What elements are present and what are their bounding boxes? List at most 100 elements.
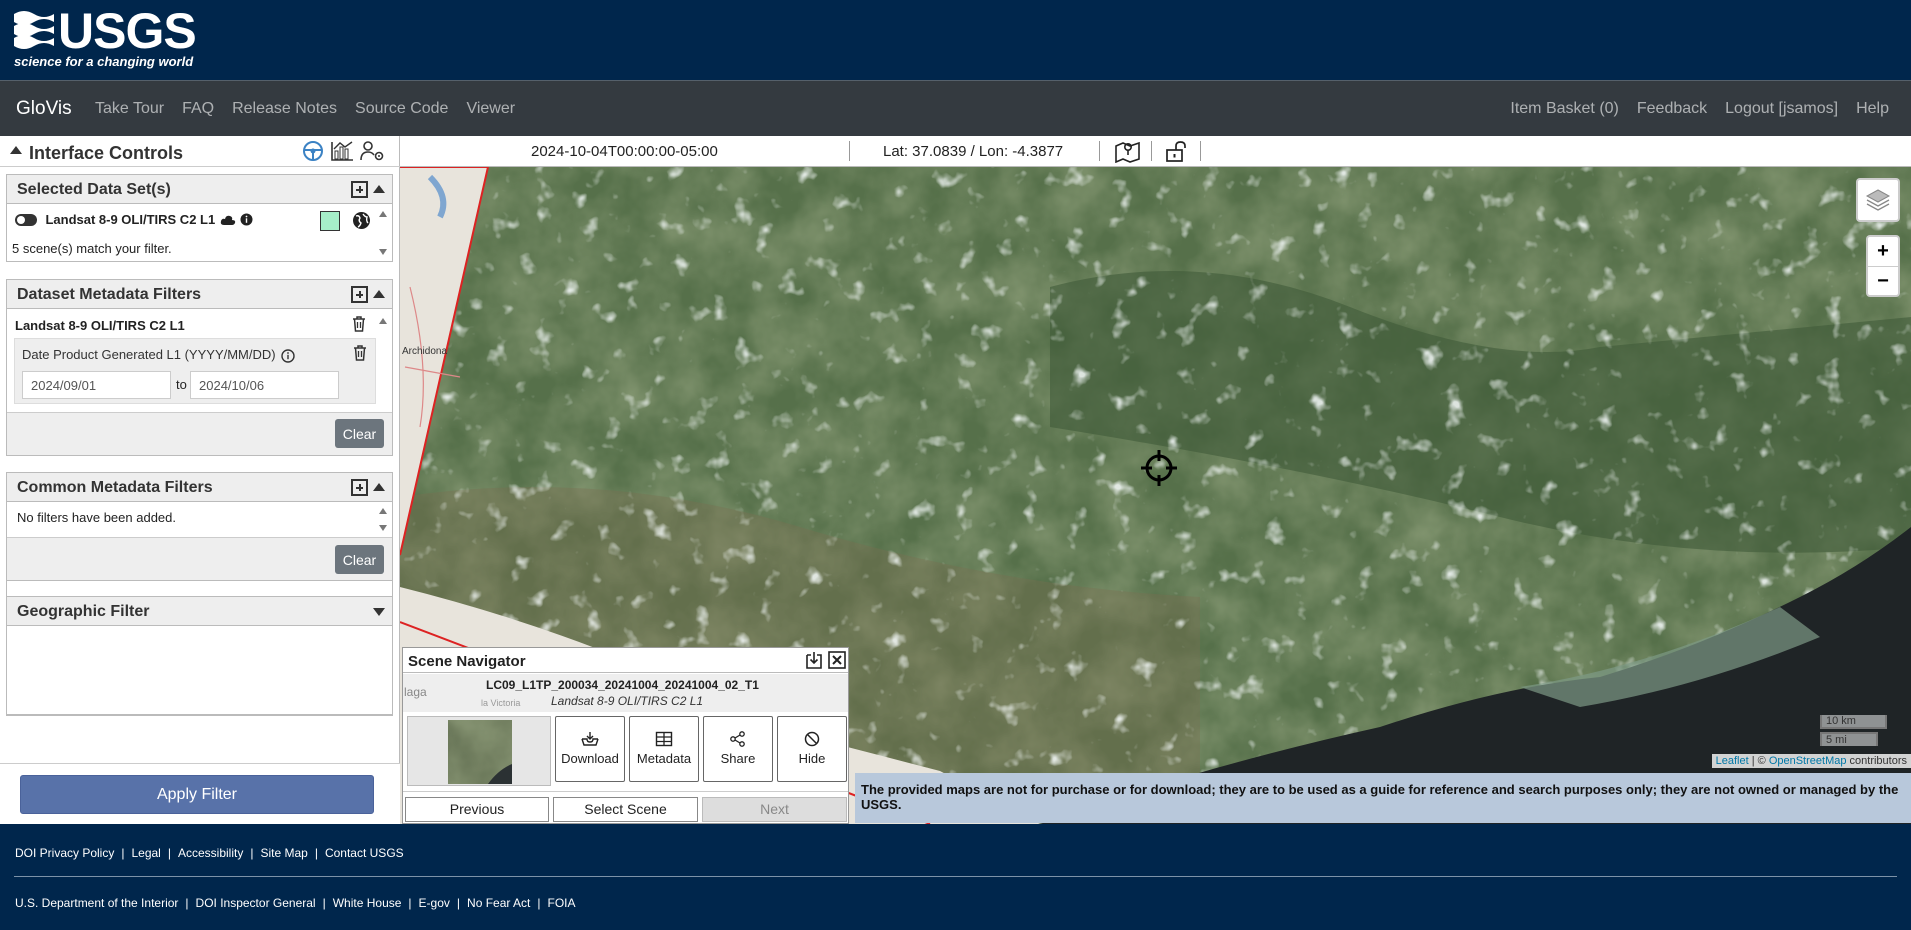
- collapse-caret-icon[interactable]: [10, 146, 22, 154]
- footer-accessibility[interactable]: Accessibility: [178, 846, 243, 860]
- place-label-victoria: la Victoria: [481, 698, 521, 708]
- hide-button[interactable]: Hide: [777, 716, 847, 782]
- footer-links-row2: U.S. Department of the Interior | DOI Ins…: [15, 896, 576, 910]
- nav-help[interactable]: Help: [1856, 100, 1889, 118]
- selected-datasets-header[interactable]: Selected Data Set(s): [7, 175, 392, 204]
- scene-navigator: Scene Navigator laga la Victoria LC09_L1…: [402, 647, 849, 824]
- user-settings-icon[interactable]: [360, 140, 386, 162]
- usgs-header: USGS science for a changing world: [0, 0, 1911, 80]
- geographic-filter-header[interactable]: Geographic Filter: [7, 597, 392, 625]
- collapse-metadata-filters-icon[interactable]: [373, 290, 385, 298]
- close-icon[interactable]: [828, 651, 846, 669]
- dataset-row: Landsat 8-9 OLI/TIRS C2 L1: [15, 211, 253, 229]
- expand-geographic-filter-icon[interactable]: [373, 608, 385, 616]
- nav-item-basket[interactable]: Item Basket (0): [1510, 100, 1618, 118]
- add-dataset-icon[interactable]: [351, 181, 368, 198]
- common-metadata-filters-title: Common Metadata Filters: [17, 479, 213, 496]
- dataset-metadata-filters-header[interactable]: Dataset Metadata Filters: [7, 280, 392, 309]
- nav-viewer[interactable]: Viewer: [466, 100, 515, 118]
- chart-icon[interactable]: [330, 140, 354, 162]
- common-filters-footer: Clear: [7, 537, 392, 580]
- interface-controls-title: Interface Controls: [29, 143, 184, 163]
- interface-controls-header[interactable]: Interface Controls: [0, 136, 400, 167]
- map-pin-icon[interactable]: [1115, 140, 1141, 163]
- footer-foia[interactable]: FOIA: [548, 896, 576, 910]
- place-label-archidona: Archidona: [402, 346, 448, 357]
- nav-release-notes[interactable]: Release Notes: [232, 100, 337, 118]
- metadata-button[interactable]: Metadata: [629, 716, 699, 782]
- footer-no-fear-act[interactable]: No Fear Act: [467, 896, 530, 910]
- nav-feedback[interactable]: Feedback: [1637, 100, 1707, 118]
- hide-label: Hide: [798, 751, 826, 766]
- scene-thumbnail-box[interactable]: [407, 716, 551, 786]
- common-metadata-filters-box: Common Metadata Filters No filters have …: [6, 472, 393, 581]
- scene-thumbnail[interactable]: [448, 720, 512, 784]
- previous-scene-button[interactable]: Previous: [405, 797, 549, 822]
- clear-metadata-filters-button[interactable]: Clear: [335, 419, 384, 448]
- dataset-toggle[interactable]: [15, 213, 37, 226]
- common-metadata-filters-header[interactable]: Common Metadata Filters: [7, 473, 392, 502]
- dock-icon[interactable]: [805, 651, 823, 670]
- zoom-in-button[interactable]: +: [1868, 237, 1898, 266]
- layers-icon: [1865, 189, 1891, 211]
- no-filters-text: No filters have been added.: [17, 510, 176, 525]
- nav-logout[interactable]: Logout [jsamos]: [1725, 100, 1838, 118]
- zoom-out-button[interactable]: −: [1868, 266, 1898, 295]
- share-button[interactable]: Share: [703, 716, 773, 782]
- footer-legal[interactable]: Legal: [131, 846, 160, 860]
- metadata-filters-footer: Clear: [7, 412, 392, 455]
- footer-doi[interactable]: U.S. Department of the Interior: [15, 896, 178, 910]
- leaflet-link[interactable]: Leaflet: [1716, 755, 1749, 767]
- scene-id: LC09_L1TP_200034_20241004_20241004_02_T1: [486, 678, 759, 692]
- apply-filter-area: Apply Filter: [0, 763, 400, 825]
- footer-doi-privacy[interactable]: DOI Privacy Policy: [15, 846, 114, 860]
- footer-egov[interactable]: E-gov: [419, 896, 450, 910]
- nav-faq[interactable]: FAQ: [182, 100, 214, 118]
- openstreetmap-link[interactable]: OpenStreetMap: [1769, 755, 1847, 767]
- date-filter-trash-icon[interactable]: [353, 345, 367, 361]
- nav-take-tour[interactable]: Take Tour: [95, 100, 164, 118]
- layers-control[interactable]: [1856, 178, 1900, 222]
- apply-filter-button[interactable]: Apply Filter: [20, 775, 374, 814]
- date-filter-info-icon[interactable]: [281, 348, 295, 363]
- glovis-brand-link[interactable]: GloVis: [16, 98, 72, 120]
- geographic-filter-panel[interactable]: Geographic Filter: [6, 596, 393, 626]
- steering-wheel-icon[interactable]: [302, 140, 324, 162]
- date-to-input[interactable]: 2024/10/06: [190, 371, 339, 399]
- date-to-label: to: [176, 377, 187, 392]
- scene-match-count: 5 scene(s) match your filter.: [12, 241, 172, 256]
- collapse-selected-datasets-icon[interactable]: [373, 185, 385, 193]
- usgs-logo[interactable]: USGS science for a changing world: [14, 6, 197, 69]
- acquisition-datetime: 2024-10-04T00:00:00-05:00: [531, 143, 718, 160]
- nav-source-code[interactable]: Source Code: [355, 100, 448, 118]
- scale-mi: 5 mi: [1820, 732, 1878, 746]
- dataset-color-swatch[interactable]: [320, 211, 340, 231]
- collapse-common-filters-icon[interactable]: [373, 483, 385, 491]
- next-scene-button[interactable]: Next: [702, 797, 847, 822]
- footer-white-house[interactable]: White House: [333, 896, 402, 910]
- status-divider: [1099, 141, 1100, 161]
- footer-site-map[interactable]: Site Map: [260, 846, 307, 860]
- trash-icon[interactable]: [352, 316, 366, 332]
- globe-icon[interactable]: [352, 211, 371, 230]
- cursor-latlon: Lat: 37.0839 / Lon: -4.3877: [883, 143, 1064, 160]
- share-label: Share: [720, 751, 756, 766]
- nav-right-links: Item Basket (0) Feedback Logout [jsamos]…: [1510, 100, 1889, 118]
- date-from-input[interactable]: 2024/09/01: [22, 371, 171, 399]
- usgs-tagline: science for a changing world: [14, 54, 194, 69]
- unlock-icon[interactable]: [1164, 141, 1190, 163]
- add-common-filter-icon[interactable]: [351, 479, 368, 496]
- download-label: Download: [561, 751, 619, 766]
- footer-inspector-general[interactable]: DOI Inspector General: [196, 896, 316, 910]
- divider: [403, 672, 848, 673]
- clear-common-filters-button[interactable]: Clear: [335, 545, 384, 574]
- footer-contact-usgs[interactable]: Contact USGS: [325, 846, 404, 860]
- map-attribution: Leaflet | © OpenStreetMap contributors: [1711, 754, 1911, 768]
- info-icon[interactable]: [240, 213, 253, 226]
- dataset-metadata-filters-title: Dataset Metadata Filters: [17, 286, 202, 303]
- add-metadata-filter-icon[interactable]: [351, 286, 368, 303]
- dataset-name: Landsat 8-9 OLI/TIRS C2 L1: [45, 212, 216, 227]
- select-scene-button[interactable]: Select Scene: [553, 797, 698, 822]
- crosshair-icon: [1141, 450, 1177, 486]
- download-button[interactable]: Download: [555, 716, 625, 782]
